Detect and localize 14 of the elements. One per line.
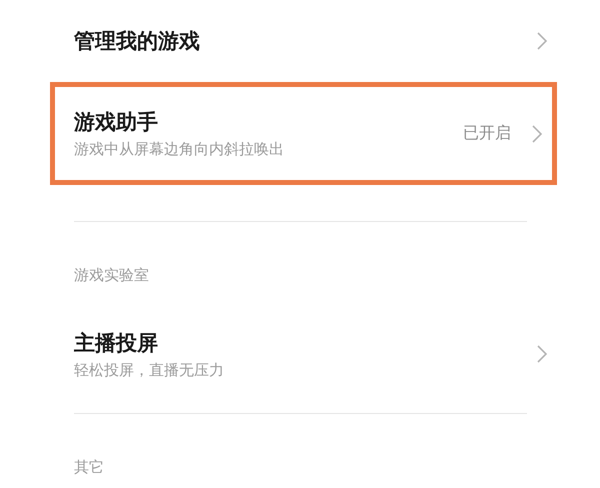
chevron-icon (536, 31, 548, 51)
section-header: 游戏实验室 (74, 266, 150, 285)
item-subtitle: 轻松投屏，直播无压力 (74, 360, 225, 380)
chevron-icon (531, 124, 543, 144)
section-header: 其它 (74, 458, 105, 477)
settings-item[interactable]: 管理我的游戏 (74, 0, 548, 82)
status-text: 已开启 (463, 123, 511, 144)
settings-item[interactable]: 游戏助手 游戏中从屏幕边角向内斜拉唤出 已开启 (50, 82, 557, 185)
item-title: 主播投屏 (74, 330, 159, 356)
settings-item[interactable]: 主播投屏 轻松投屏，直播无压力 (74, 313, 548, 395)
chevron-icon (536, 344, 548, 364)
item-title: 管理我的游戏 (74, 28, 201, 55)
item-subtitle: 游戏中从屏幕边角向内斜拉唤出 (74, 140, 285, 159)
item-title: 游戏助手 (74, 109, 159, 136)
